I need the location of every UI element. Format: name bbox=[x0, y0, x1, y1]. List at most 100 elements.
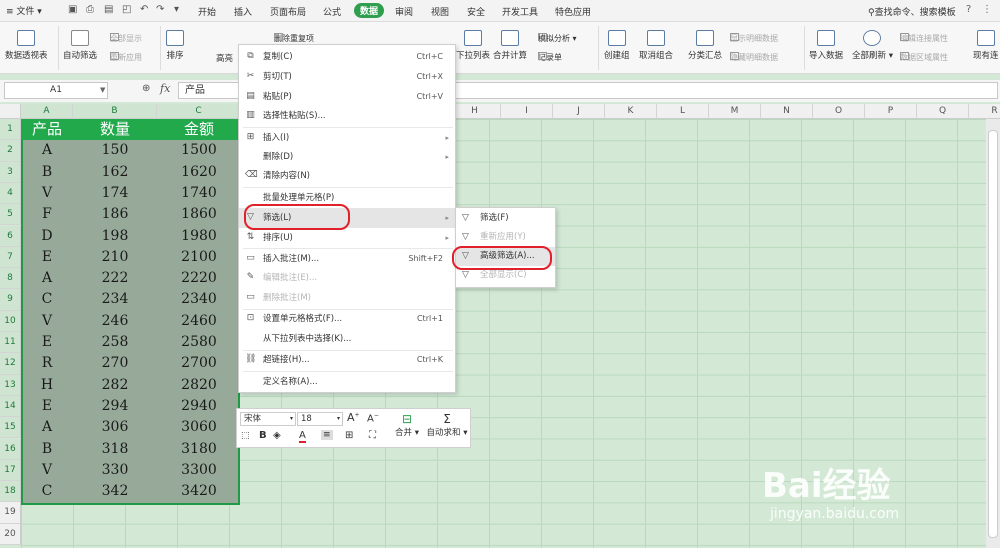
select-all-corner[interactable] bbox=[0, 104, 21, 119]
table-cell[interactable]: 3060 bbox=[157, 417, 241, 438]
name-box[interactable]: A1 bbox=[4, 82, 108, 99]
table-cell[interactable]: 294 bbox=[73, 396, 157, 417]
header-cell[interactable]: 金额 bbox=[157, 119, 241, 140]
table-cell[interactable]: 150 bbox=[73, 140, 157, 161]
submenu-item-filter[interactable]: ▽ 筛选(F) bbox=[456, 209, 555, 228]
dropdown-list-button[interactable]: 下拉列表 bbox=[456, 30, 490, 61]
print-icon[interactable]: ▤ bbox=[104, 4, 113, 15]
column-header-m[interactable]: M bbox=[709, 104, 761, 119]
table-cell[interactable]: 186 bbox=[73, 204, 157, 225]
command-search[interactable]: ⚲查找命令、搜索模板 bbox=[868, 5, 956, 18]
export-pdf-icon[interactable]: ⎙ bbox=[86, 4, 94, 15]
tab-security[interactable]: 安全 bbox=[467, 5, 485, 18]
table-cell[interactable]: 3180 bbox=[157, 439, 241, 460]
table-cell[interactable]: A bbox=[21, 268, 73, 289]
tab-home[interactable]: 开始 bbox=[198, 5, 216, 18]
menu-item-hyperlink[interactable]: ⛓ 超链接(H)... Ctrl+K bbox=[239, 350, 455, 370]
table-cell[interactable]: E bbox=[21, 396, 73, 417]
column-header-q[interactable]: Q bbox=[917, 104, 969, 119]
record-form-button[interactable]: 记录单 bbox=[538, 52, 562, 63]
row-header-2[interactable]: 2 bbox=[0, 140, 21, 162]
table-cell[interactable]: 222 bbox=[73, 268, 157, 289]
menu-item-pick-from-list[interactable]: 从下拉列表中选择(K)... bbox=[239, 329, 455, 349]
submenu-item-reapply[interactable]: ▽ 重新应用(Y) bbox=[456, 228, 555, 247]
table-cell[interactable]: 246 bbox=[73, 311, 157, 332]
column-header-l[interactable]: L bbox=[657, 104, 709, 119]
menu-item-sort[interactable]: ⇅ 排序(U) ▸ bbox=[239, 228, 455, 248]
row-header-7[interactable]: 7 bbox=[0, 246, 21, 269]
bold-button[interactable]: B bbox=[259, 430, 267, 441]
autofilter-button[interactable]: 自动筛选 bbox=[63, 30, 97, 61]
shrink-font-button[interactable]: A− bbox=[367, 412, 379, 424]
borders-icon[interactable]: ⊞ bbox=[345, 430, 353, 441]
table-cell[interactable]: 2460 bbox=[157, 311, 241, 332]
row-header-16[interactable]: 16 bbox=[0, 438, 21, 460]
quick-access-more-icon[interactable]: ▾ bbox=[174, 4, 179, 15]
row-header-8[interactable]: 8 bbox=[0, 268, 21, 290]
table-cell[interactable]: 282 bbox=[73, 375, 157, 396]
fx-icon[interactable]: fx bbox=[160, 82, 170, 95]
tab-data[interactable]: 数据 bbox=[354, 3, 385, 18]
reapply-button[interactable]: 重新应用 bbox=[110, 52, 142, 63]
column-header-a[interactable]: A bbox=[21, 104, 73, 119]
tab-view[interactable]: 视图 bbox=[431, 5, 449, 18]
row-header-19[interactable]: 19 bbox=[0, 502, 21, 524]
table-cell[interactable]: C bbox=[21, 289, 73, 310]
table-cell[interactable]: E bbox=[21, 332, 73, 353]
table-cell[interactable]: V bbox=[21, 183, 73, 204]
table-cell[interactable]: 2700 bbox=[157, 353, 241, 374]
table-cell[interactable]: 2100 bbox=[157, 247, 241, 268]
menu-item-cut[interactable]: ✂ 剪切(T) Ctrl+X bbox=[239, 67, 455, 87]
merge-button[interactable]: ⊟ 合并 ▾ bbox=[393, 412, 421, 438]
table-cell[interactable]: 162 bbox=[73, 162, 157, 183]
menu-item-define-name[interactable]: 定义名称(A)... bbox=[239, 372, 455, 392]
menu-item-edit-comment[interactable]: ✎ 编辑批注(E)... bbox=[239, 268, 455, 288]
table-cell[interactable]: 258 bbox=[73, 332, 157, 353]
column-header-r[interactable]: R bbox=[969, 104, 1000, 119]
row-header-9[interactable]: 9 bbox=[0, 289, 21, 311]
header-cell[interactable]: 数量 bbox=[73, 119, 157, 140]
save-icon[interactable]: ▣ bbox=[68, 4, 77, 15]
table-cell[interactable]: 2220 bbox=[157, 268, 241, 289]
tab-special[interactable]: 特色应用 bbox=[555, 5, 591, 18]
menu-item-paste[interactable]: ▤ 粘贴(P) Ctrl+V bbox=[239, 87, 455, 107]
refresh-all-button[interactable]: 全部刷新 ▾ bbox=[852, 30, 893, 61]
header-cell[interactable]: 产品 bbox=[21, 119, 73, 140]
menu-item-insert[interactable]: ⊞ 插入(I) ▸ bbox=[239, 128, 455, 148]
show-detail-button[interactable]: 显示明细数据 bbox=[730, 33, 778, 44]
tab-page-layout[interactable]: 页面布局 bbox=[270, 5, 306, 18]
file-menu[interactable]: ≡ 文件 ▾ bbox=[6, 4, 42, 17]
table-cell[interactable]: H bbox=[21, 375, 73, 396]
row-header-1[interactable]: 1 bbox=[0, 119, 21, 141]
grow-font-button[interactable]: A+ bbox=[347, 411, 360, 424]
existing-connections-button[interactable]: 现有连 bbox=[973, 30, 999, 61]
tab-insert[interactable]: 插入 bbox=[234, 5, 252, 18]
more-icon[interactable]: ⋮ bbox=[982, 4, 992, 15]
table-cell[interactable]: 3420 bbox=[157, 481, 241, 502]
table-cell[interactable]: 270 bbox=[73, 353, 157, 374]
column-header-c[interactable]: C bbox=[157, 104, 241, 119]
help-icon[interactable]: ? bbox=[966, 4, 971, 15]
tab-developer[interactable]: 开发工具 bbox=[502, 5, 538, 18]
menu-item-clear-contents[interactable]: ⌫ 清除内容(N) bbox=[239, 166, 455, 186]
column-header-n[interactable]: N bbox=[761, 104, 813, 119]
font-size-select[interactable]: 18 ▾ bbox=[297, 412, 343, 426]
table-cell[interactable]: R bbox=[21, 353, 73, 374]
table-cell[interactable]: 2580 bbox=[157, 332, 241, 353]
table-cell[interactable]: 234 bbox=[73, 289, 157, 310]
table-cell[interactable]: 1500 bbox=[157, 140, 241, 161]
table-cell[interactable]: A bbox=[21, 417, 73, 438]
font-color-button[interactable]: A bbox=[299, 430, 306, 443]
table-cell[interactable]: 1980 bbox=[157, 226, 241, 247]
table-cell[interactable]: 330 bbox=[73, 460, 157, 481]
table-cell[interactable]: F bbox=[21, 204, 73, 225]
row-header-13[interactable]: 13 bbox=[0, 374, 21, 396]
row-header-14[interactable]: 14 bbox=[0, 395, 21, 418]
undo-icon[interactable]: ↶ bbox=[140, 4, 148, 15]
menu-item-insert-comment[interactable]: ▭ 插入批注(M)... Shift+F2 bbox=[239, 249, 455, 269]
column-header-b[interactable]: B bbox=[73, 104, 157, 119]
preview-icon[interactable]: ◰ bbox=[122, 4, 131, 15]
tab-review[interactable]: 审阅 bbox=[395, 5, 413, 18]
tab-formulas[interactable]: 公式 bbox=[323, 5, 341, 18]
table-cell[interactable]: 342 bbox=[73, 481, 157, 502]
